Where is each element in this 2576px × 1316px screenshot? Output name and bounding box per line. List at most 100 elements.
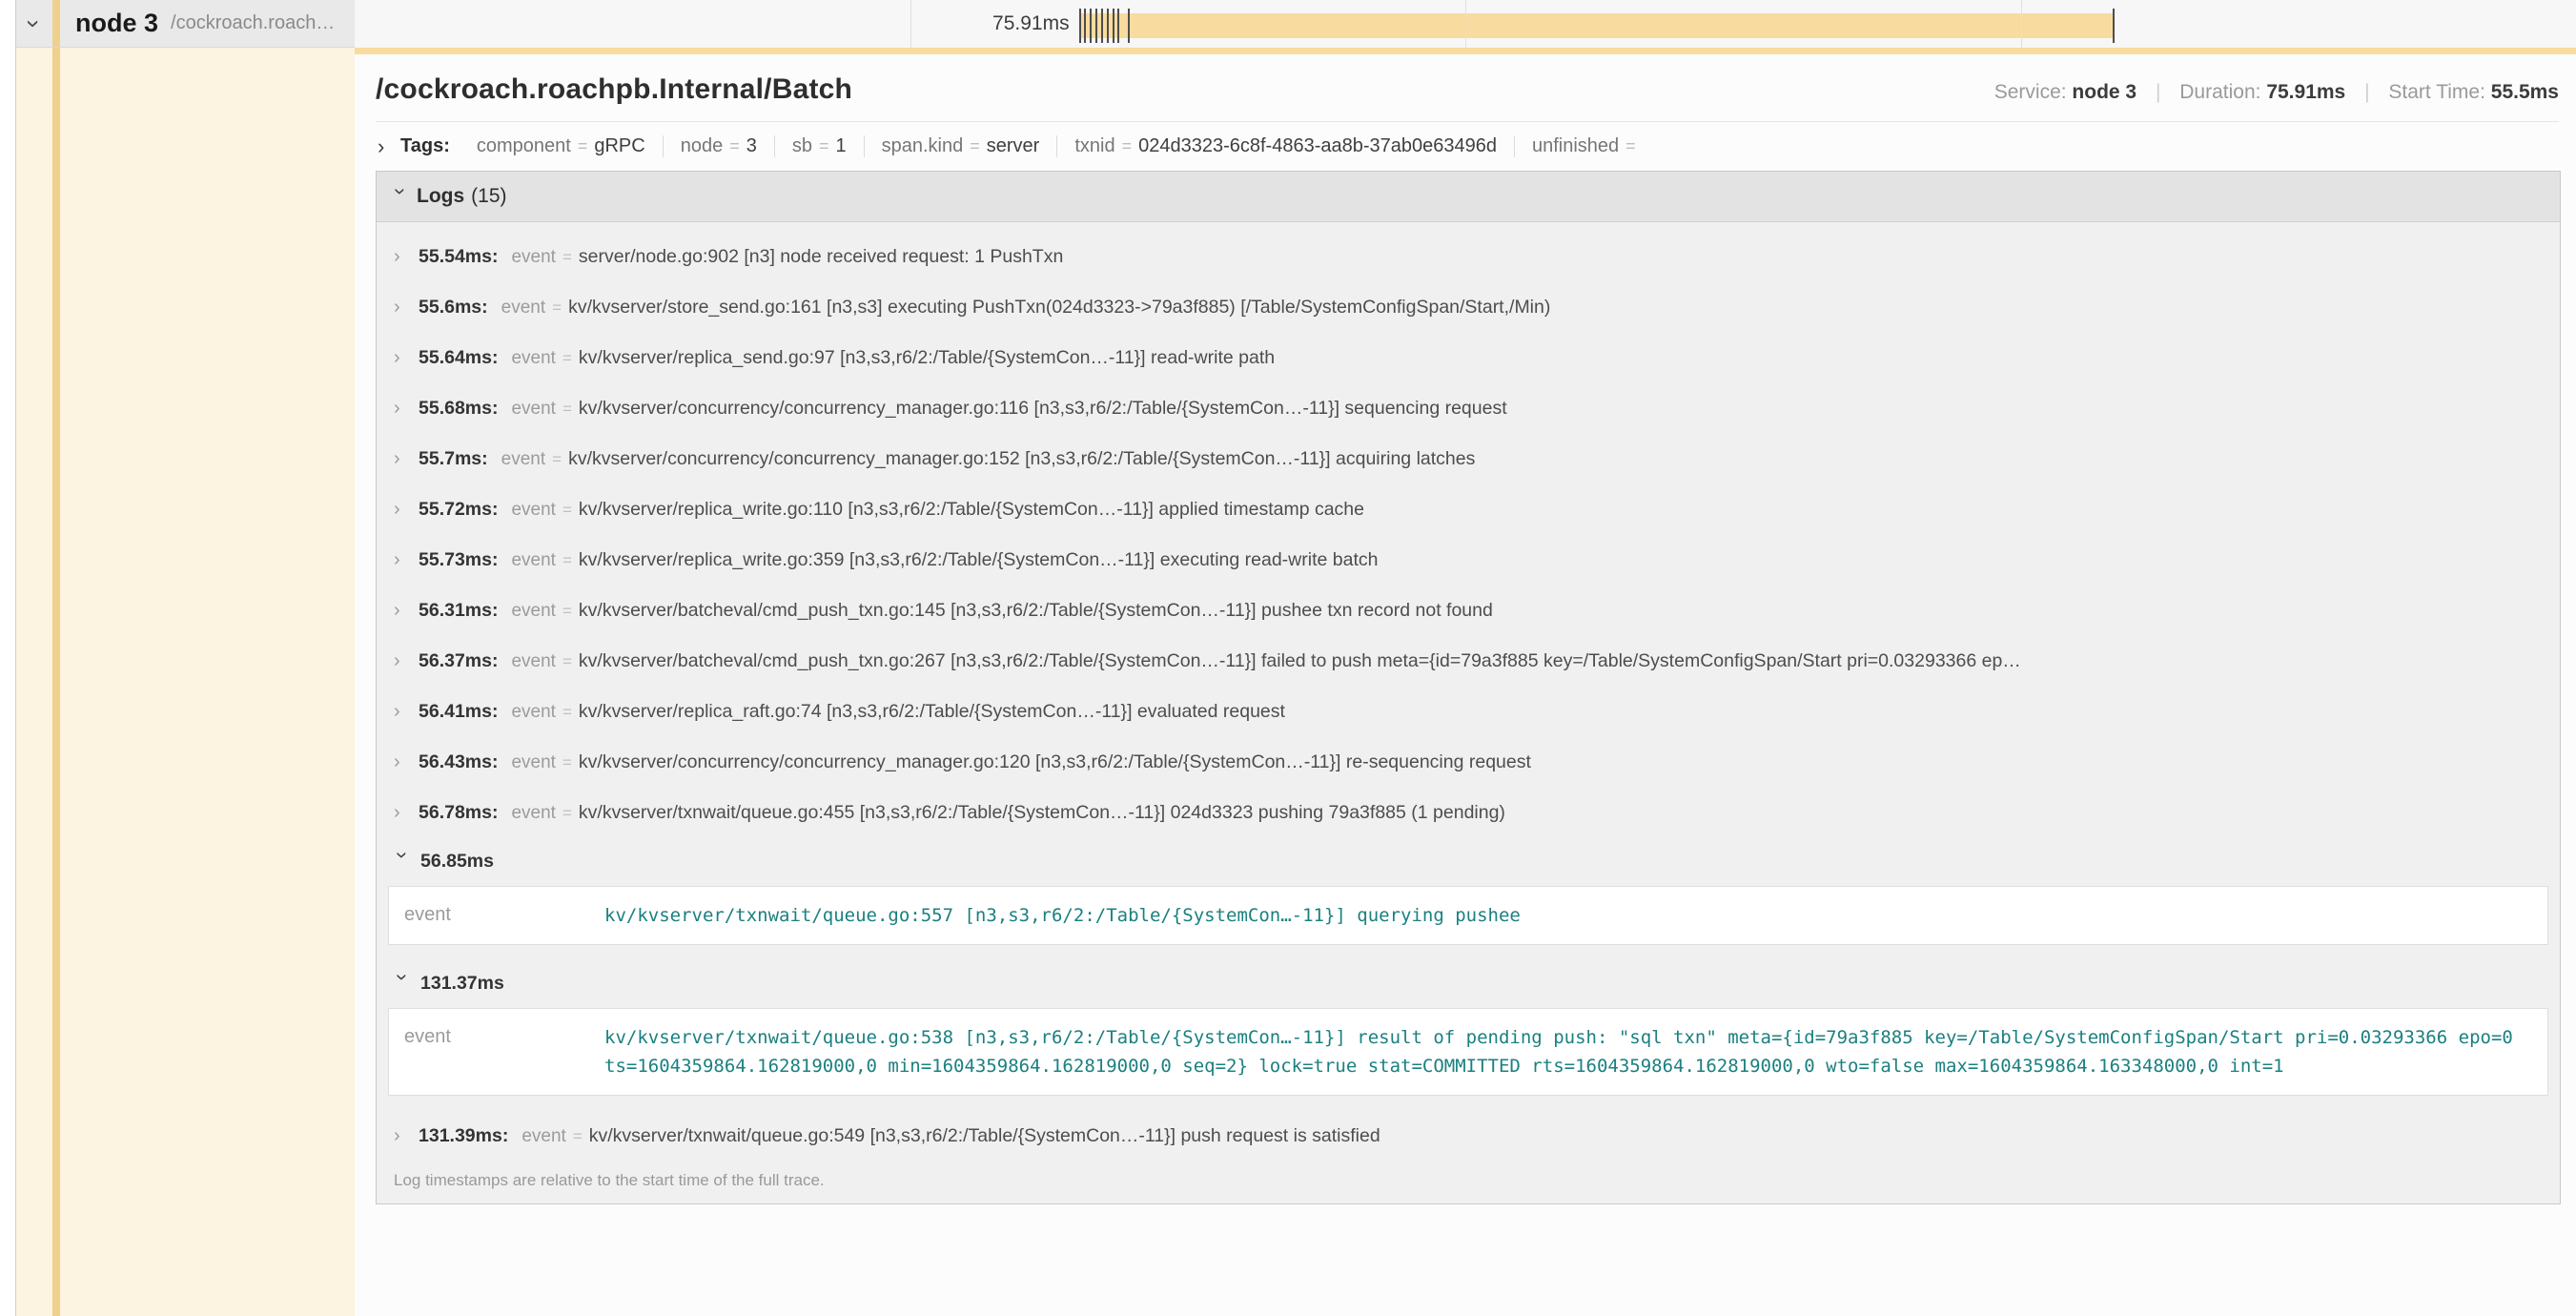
log-field-key: event — [511, 651, 555, 672]
log-field-value: kv/kvserver/txnwait/queue.go:557 [n3,s3,… — [604, 901, 1521, 930]
log-field-value: kv/kvserver/replica_write.go:110 [n3,s3,… — [579, 499, 1364, 521]
span-meta: Service: node 3 | Duration: 75.91ms | St… — [1994, 81, 2559, 104]
log-timestamp: 55.73ms: — [419, 549, 498, 571]
log-timestamp: 55.64ms: — [419, 347, 498, 369]
chevron-down-icon[interactable]: › — [392, 852, 413, 869]
span-name-cell[interactable]: › node 3 /cockroach.roach… — [16, 0, 355, 48]
chevron-right-icon[interactable]: › — [394, 651, 411, 670]
tag-item: unfinished= — [1515, 135, 1660, 157]
log-field-value: kv/kvserver/batcheval/cmd_push_txn.go:14… — [579, 600, 1493, 622]
log-timestamp: 131.37ms — [420, 973, 504, 995]
chevron-right-icon[interactable]: › — [378, 136, 395, 157]
log-row[interactable]: ›55.64ms:event=kv/kvserver/replica_send.… — [377, 333, 2560, 383]
detail-body: /cockroach.roachpb.Internal/Batch Servic… — [0, 48, 2576, 1316]
log-timestamp: 55.72ms: — [419, 499, 498, 521]
log-row[interactable]: ›55.6ms:event=kv/kvserver/store_send.go:… — [377, 282, 2560, 333]
tags-accordion[interactable]: › Tags: component=gRPCnode=3sb=1span.kin… — [355, 122, 2576, 169]
chevron-right-icon[interactable]: › — [394, 399, 411, 418]
selected-row-highlight-column — [16, 48, 355, 1316]
span-timeline[interactable]: 75.91ms — [355, 0, 2576, 48]
detail-header: /cockroach.roachpb.Internal/Batch Servic… — [355, 54, 2576, 122]
chevron-down-icon[interactable]: › — [392, 974, 413, 991]
tag-key: node — [681, 135, 724, 157]
tags-list: component=gRPCnode=3sb=1span.kind=server… — [460, 135, 1660, 157]
span-color-indent-bar — [52, 0, 60, 47]
log-timestamp: 56.78ms: — [419, 802, 498, 824]
log-marker-tick — [1079, 9, 1081, 43]
log-detail-table: eventkv/kvserver/txnwait/queue.go:557 [n… — [388, 886, 2548, 945]
chevron-right-icon[interactable]: › — [394, 449, 411, 468]
operation-name: /cockroach.roach… — [171, 12, 335, 34]
log-field-key: event — [511, 803, 555, 824]
log-field-value: kv/kvserver/store_send.go:161 [n3,s3] ex… — [568, 297, 1550, 319]
chevron-down-icon[interactable]: › — [22, 6, 47, 42]
log-marker-tick — [1090, 9, 1092, 43]
log-field-key: event — [511, 702, 555, 723]
log-field-equals: = — [562, 602, 572, 621]
log-marker-tick — [1095, 9, 1097, 43]
log-row[interactable]: ›55.73ms:event=kv/kvserver/replica_write… — [377, 535, 2560, 586]
log-field-equals: = — [552, 298, 562, 318]
log-field-equals: = — [552, 450, 562, 469]
chevron-right-icon[interactable]: › — [394, 298, 411, 317]
log-row[interactable]: ›56.43ms:event=kv/kvserver/concurrency/c… — [377, 737, 2560, 788]
chevron-right-icon[interactable]: › — [394, 247, 411, 266]
log-field-value: server/node.go:902 [n3] node received re… — [579, 246, 1063, 268]
tree-gutter — [0, 0, 16, 48]
tag-equals: = — [1122, 136, 1133, 156]
log-field-key: event — [501, 298, 545, 319]
log-field-value: kv/kvserver/txnwait/queue.go:549 [n3,s3,… — [589, 1125, 1380, 1147]
chevron-right-icon[interactable]: › — [394, 601, 411, 620]
log-row[interactable]: ›55.7ms:event=kv/kvserver/concurrency/co… — [377, 434, 2560, 484]
log-row[interactable]: ›56.37ms:event=kv/kvserver/batcheval/cmd… — [377, 636, 2560, 687]
log-row[interactable]: ›55.54ms:event=server/node.go:902 [n3] n… — [377, 232, 2560, 282]
log-field-key: event — [511, 500, 555, 521]
log-row-expanded-header[interactable]: › 131.37ms — [377, 960, 2560, 1002]
log-marker-tick — [1107, 9, 1109, 43]
logs-footer-note: Log timestamps are relative to the start… — [377, 1162, 2560, 1203]
timeline-gridline — [2021, 0, 2022, 48]
tag-item: sb=1 — [775, 135, 865, 157]
log-row[interactable]: ›55.68ms:event=kv/kvserver/concurrency/c… — [377, 383, 2560, 434]
tree-gutter — [0, 48, 16, 1316]
log-row[interactable]: ›56.78ms:event=kv/kvserver/txnwait/queue… — [377, 788, 2560, 838]
chevron-right-icon[interactable]: › — [394, 500, 411, 519]
log-marker-tick — [1117, 9, 1119, 43]
log-timestamp: 56.37ms: — [419, 650, 498, 672]
tag-value: 1 — [835, 135, 846, 157]
tag-key: component — [477, 135, 571, 157]
log-row-expanded-header[interactable]: ›56.85ms — [377, 838, 2560, 880]
tag-equals: = — [1625, 136, 1636, 156]
log-detail-table: eventkv/kvserver/txnwait/queue.go:538 [n… — [388, 1008, 2548, 1096]
span-duration-bar[interactable] — [1079, 13, 2115, 38]
log-row[interactable]: ›131.39ms:event=kv/kvserver/txnwait/queu… — [377, 1111, 2560, 1162]
log-field-key: event — [404, 1023, 604, 1080]
chevron-right-icon[interactable]: › — [394, 348, 411, 367]
chevron-right-icon[interactable]: › — [394, 752, 411, 771]
span-operation-title: /cockroach.roachpb.Internal/Batch — [376, 73, 852, 106]
log-field-value: kv/kvserver/batcheval/cmd_push_txn.go:26… — [579, 650, 2021, 672]
start-time-value: 55.5ms — [2491, 81, 2559, 103]
log-field-equals: = — [562, 703, 572, 722]
tag-item: node=3 — [664, 135, 775, 157]
tag-item: span.kind=server — [865, 135, 1058, 157]
chevron-right-icon[interactable]: › — [394, 550, 411, 569]
meta-separator: | — [2156, 81, 2160, 103]
start-time-label: Start Time: — [2388, 81, 2485, 103]
chevron-right-icon[interactable]: › — [394, 803, 411, 822]
log-row[interactable]: ›56.41ms:event=kv/kvserver/replica_raft.… — [377, 687, 2560, 737]
chevron-down-icon[interactable]: › — [390, 188, 411, 205]
span-accent-strip — [355, 48, 2576, 54]
span-row: › node 3 /cockroach.roach… 75.91ms — [0, 0, 2576, 48]
chevron-right-icon[interactable]: › — [394, 702, 411, 721]
log-row[interactable]: ›56.31ms:event=kv/kvserver/batcheval/cmd… — [377, 586, 2560, 636]
log-marker-tick — [1128, 9, 1130, 43]
logs-accordion-header[interactable]: › Logs (15) — [377, 172, 2560, 222]
log-field-key: event — [511, 247, 555, 268]
log-field-value: kv/kvserver/replica_write.go:359 [n3,s3,… — [579, 549, 1379, 571]
log-field-value: kv/kvserver/concurrency/concurrency_mana… — [579, 751, 1531, 773]
log-field-value: kv/kvserver/txnwait/queue.go:455 [n3,s3,… — [579, 802, 1505, 824]
chevron-right-icon[interactable]: › — [394, 1126, 411, 1145]
log-row[interactable]: ›55.72ms:event=kv/kvserver/replica_write… — [377, 484, 2560, 535]
logs-accordion: › Logs (15) ›55.54ms:event=server/node.g… — [376, 171, 2561, 1204]
